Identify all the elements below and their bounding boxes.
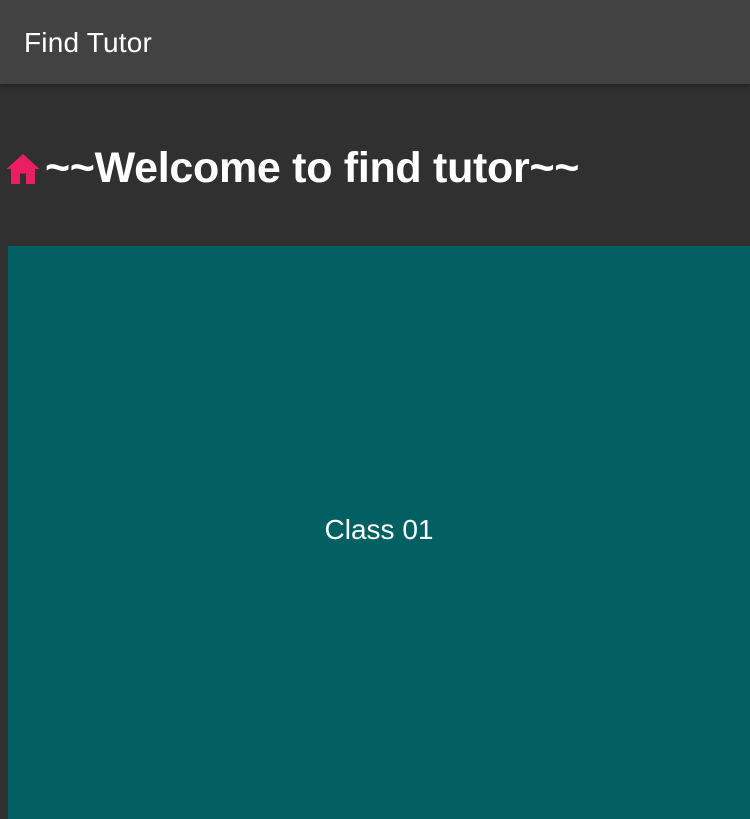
- class-card-01[interactable]: Class 01: [8, 246, 750, 819]
- app-bar: Find Tutor: [0, 0, 750, 84]
- welcome-title: ~~Welcome to find tutor~~: [45, 143, 580, 192]
- welcome-header: ~~Welcome to find tutor~~: [4, 142, 579, 194]
- class-card-label: Class 01: [324, 513, 434, 545]
- home-icon: [4, 150, 42, 188]
- app-title: Find Tutor: [24, 27, 153, 58]
